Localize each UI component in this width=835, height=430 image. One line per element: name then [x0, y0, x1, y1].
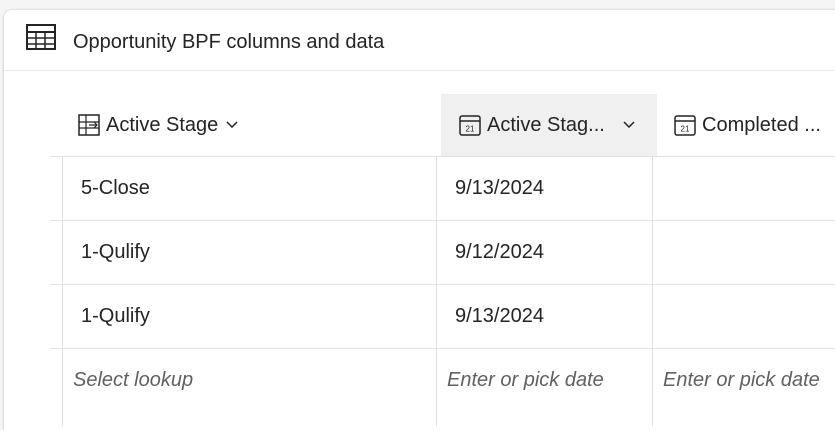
- grid-divider: [436, 156, 437, 426]
- completed-cell[interactable]: [671, 221, 835, 283]
- completed-cell[interactable]: [671, 285, 835, 347]
- active-stage-date-input[interactable]: Enter or pick date: [447, 349, 604, 411]
- card-header: Opportunity BPF columns and data: [4, 10, 835, 71]
- column-header-active-stage-date[interactable]: 21 Active Stag...: [441, 94, 657, 156]
- column-header-completed[interactable]: 21 Completed ...: [674, 94, 835, 156]
- svg-text:21: 21: [466, 125, 475, 134]
- column-header-label: Active Stag...: [487, 113, 605, 136]
- active-stage-cell[interactable]: 1-Qulify: [81, 285, 150, 347]
- table-card: Opportunity BPF columns and data Active …: [4, 10, 835, 430]
- grid-divider: [652, 156, 653, 426]
- select-lookup-input[interactable]: Select lookup: [73, 349, 193, 411]
- card-title: Opportunity BPF columns and data: [73, 31, 385, 53]
- column-header-active-stage[interactable]: Active Stage: [78, 94, 436, 156]
- active-stage-cell[interactable]: 1-Qulify: [81, 221, 150, 283]
- stage-lookup-icon: [78, 114, 100, 136]
- active-stage-date-cell[interactable]: 9/13/2024: [455, 285, 544, 347]
- active-stage-date-cell[interactable]: 9/12/2024: [455, 221, 544, 283]
- calendar-icon: 21: [674, 115, 696, 136]
- completed-cell[interactable]: [671, 157, 835, 219]
- grid-divider: [62, 156, 63, 426]
- active-stage-date-cell[interactable]: 9/13/2024: [455, 157, 544, 219]
- svg-text:21: 21: [681, 125, 690, 134]
- column-header-label: Completed ...: [702, 113, 821, 136]
- chevron-down-icon[interactable]: [623, 121, 635, 129]
- column-header-label: Active Stage: [106, 113, 219, 136]
- completed-date-input[interactable]: Enter or pick date: [663, 349, 820, 411]
- table-icon: [26, 24, 56, 50]
- calendar-icon: 21: [459, 115, 481, 136]
- chevron-down-icon[interactable]: [226, 121, 238, 129]
- active-stage-cell[interactable]: 5-Close: [81, 157, 150, 219]
